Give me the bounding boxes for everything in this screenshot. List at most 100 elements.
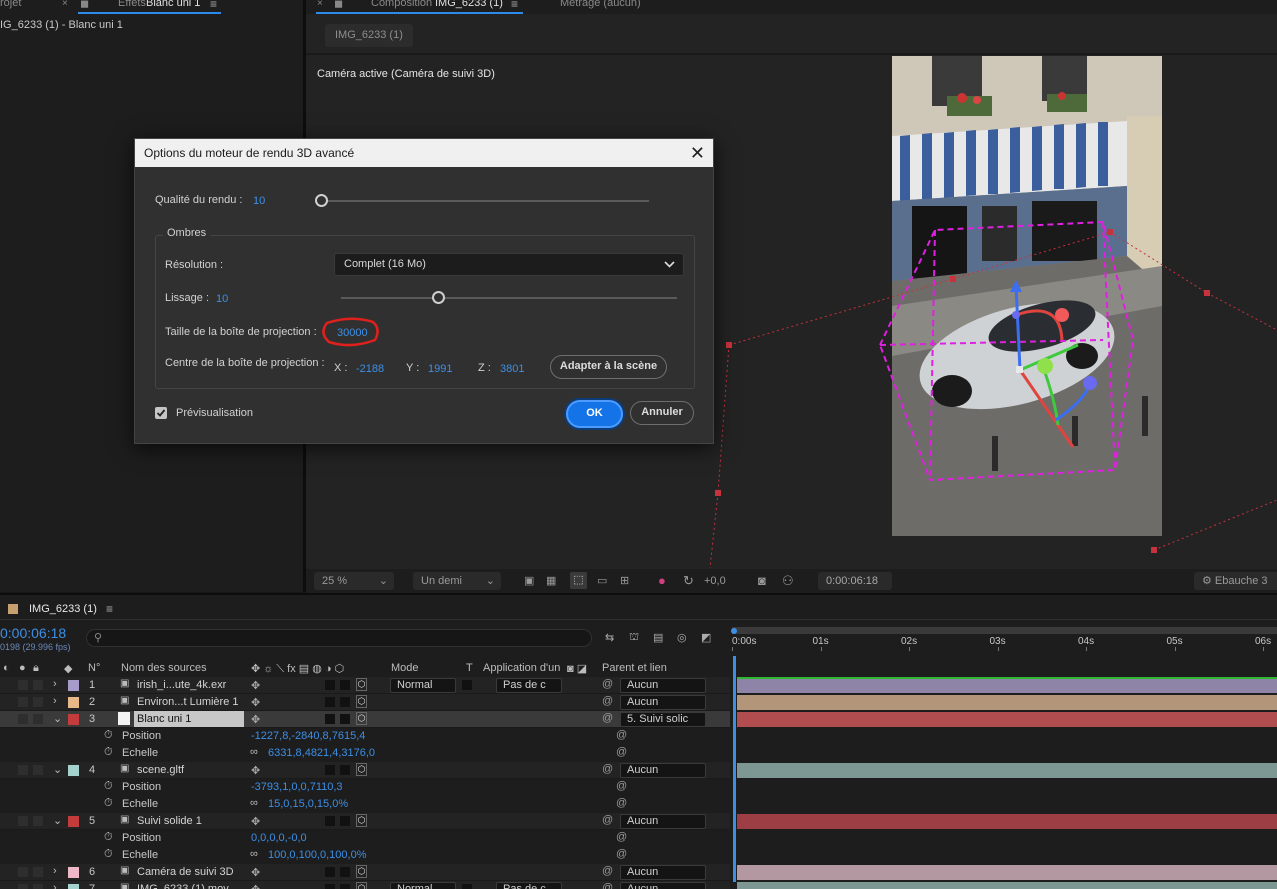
frame-blending-icon[interactable]: ◎ (677, 631, 687, 644)
layer-duration-bar[interactable] (737, 865, 1277, 880)
3d-layer-switch[interactable]: ⬡ (356, 814, 367, 827)
layer-solo-toggle[interactable] (33, 697, 43, 707)
layer-visibility-toggle[interactable] (18, 816, 28, 826)
chevron-down-icon[interactable]: ⌄ (53, 814, 62, 827)
lock-icon[interactable]: 🔒︎ (33, 662, 39, 675)
constrain-proportions-icon[interactable]: ∞ (250, 797, 258, 809)
layer-duration-bar[interactable] (737, 814, 1277, 829)
mask-visibility-icon[interactable]: ⬚ (570, 572, 587, 589)
property-pickwhip-icon[interactable]: @ (616, 746, 627, 758)
comp-navigator-chip[interactable]: IMG_6233 (1) (325, 24, 413, 47)
parent-dropdown[interactable]: Aucun (620, 882, 706, 889)
stopwatch-icon[interactable]: ⏱ (104, 831, 113, 844)
blend-mode-dropdown[interactable]: Normal (390, 678, 456, 693)
layer-duration-bar[interactable] (737, 678, 1277, 693)
layer-row[interactable]: ⌄ 5 ▣ Suivi solide 1 ✥ ⬡ @ Aucun (0, 813, 730, 830)
hide-shy-layers-icon[interactable]: ▤ (653, 631, 663, 644)
layer-duration-bar[interactable] (737, 712, 1277, 727)
3d-layer-switch[interactable]: ⬡ (356, 678, 367, 691)
motion-blur-switch[interactable] (325, 697, 335, 707)
solo-icon[interactable]: ● (19, 662, 26, 674)
preserve-transparency-switch[interactable] (462, 680, 472, 690)
3d-layer-switch[interactable]: ⬡ (356, 882, 367, 889)
property-pickwhip-icon[interactable]: @ (616, 729, 627, 741)
region-of-interest-icon[interactable]: ▣ (524, 574, 534, 587)
video-visibility-icon[interactable]: ◐ (3, 662, 10, 674)
layer-color-label[interactable] (68, 697, 79, 708)
adjustment-switch[interactable] (340, 697, 350, 707)
pickwhip-icon[interactable]: @ (602, 882, 613, 889)
pickwhip-icon[interactable]: @ (602, 678, 613, 690)
layer-duration-bar[interactable] (737, 763, 1277, 778)
layer-row[interactable]: › 7 ▣ IMG_6233 (1).mov ✥ ⬡ Normal Pas de c @ Aucu… (0, 881, 730, 889)
close-tab-icon[interactable]: × (62, 0, 68, 9)
resolution-dropdown[interactable]: Un demi ⌄ (413, 572, 501, 590)
adjustment-switch[interactable] (340, 714, 350, 724)
layer-solo-toggle[interactable] (33, 867, 43, 877)
stopwatch-icon[interactable]: ⏱ (104, 746, 113, 759)
project-tab[interactable]: rojet (0, 0, 21, 9)
property-value[interactable]: -3793,1,0,0,7110,3 (251, 781, 343, 793)
draft-3d-icon[interactable]: ⛫ (629, 631, 639, 645)
property-pickwhip-icon[interactable]: @ (616, 780, 627, 792)
reset-exposure-icon[interactable]: ↻ (683, 573, 694, 589)
layer-solo-toggle[interactable] (33, 884, 43, 889)
track-matte-dropdown[interactable]: Pas de c (496, 678, 562, 693)
ok-button[interactable]: OK (566, 400, 623, 428)
chevron-right-icon[interactable]: › (53, 695, 57, 707)
quality-slider[interactable] (321, 200, 649, 202)
3d-layer-switch[interactable]: ⬡ (356, 865, 367, 878)
layer-solo-toggle[interactable] (33, 680, 43, 690)
layer-visibility-toggle[interactable] (18, 867, 28, 877)
parent-dropdown[interactable]: Aucun (620, 678, 706, 693)
guides-icon[interactable]: ⊞ (620, 574, 629, 587)
lock-icon[interactable]: ◼ (80, 0, 89, 10)
shy-switch-icon[interactable]: ✥ (251, 815, 260, 828)
parent-dropdown[interactable]: 5. Suivi solic (620, 712, 706, 727)
fit-to-scene-button[interactable]: Adapter à la scène (550, 355, 667, 379)
motion-blur-switch[interactable] (325, 680, 335, 690)
layer-row[interactable]: › 6 ▣ Caméra de suivi 3D ✥ ⬡ @ Aucun (0, 864, 730, 881)
center-x-value[interactable]: -2188 (356, 363, 384, 375)
layer-color-label[interactable] (68, 816, 79, 827)
adjustment-switch[interactable] (340, 765, 350, 775)
constrain-proportions-icon[interactable]: ∞ (250, 746, 258, 758)
close-comp-tab-icon[interactable]: × (317, 0, 323, 9)
close-icon[interactable]: ✕ (690, 139, 705, 167)
shy-switch-icon[interactable]: ✥ (251, 679, 260, 692)
layer-color-label[interactable] (68, 884, 79, 889)
timeline-comp-name[interactable]: IMG_6233 (1) (29, 603, 97, 615)
layer-color-label[interactable] (68, 714, 79, 725)
adjustment-switch[interactable] (340, 867, 350, 877)
layer-color-label[interactable] (68, 765, 79, 776)
property-pickwhip-icon[interactable]: @ (616, 831, 627, 843)
motion-blur-switch[interactable] (325, 816, 335, 826)
property-value[interactable]: -1227,8,-2840,8,7615,4 (251, 730, 365, 742)
smoothing-value[interactable]: 10 (216, 293, 228, 305)
3d-layer-switch[interactable]: ⬡ (356, 712, 367, 725)
comp-panel-menu-icon[interactable]: ≡ (511, 0, 518, 11)
layer-solo-toggle[interactable] (33, 765, 43, 775)
layer-solo-toggle[interactable] (33, 816, 43, 826)
property-value[interactable]: 15,0,15,0,15,0% (268, 798, 348, 810)
stopwatch-icon[interactable]: ⏱ (104, 729, 113, 742)
blend-mode-dropdown[interactable]: Normal (390, 882, 456, 889)
time-ruler[interactable]: 0:00s 01s 02s 03s 04s 05s 06s (732, 636, 1277, 651)
cancel-button[interactable]: Annuler (630, 401, 694, 425)
motion-blur-switch[interactable] (325, 884, 335, 889)
timeline-current-time[interactable]: 0:00:06:18 (0, 625, 66, 641)
layer-name[interactable]: irish_i...ute_4k.exr (134, 677, 244, 693)
property-value[interactable]: 100,0,100,0,100,0% (268, 849, 366, 861)
comp-lock-icon[interactable]: ◼ (334, 0, 343, 10)
pickwhip-icon[interactable]: @ (602, 712, 613, 724)
layer-visibility-toggle[interactable] (18, 765, 28, 775)
shy-switch-icon[interactable]: ✥ (251, 713, 260, 726)
layer-duration-bar[interactable] (737, 882, 1277, 889)
property-value[interactable]: 6331,8,4821,4,3176,0 (268, 747, 375, 759)
transparency-grid-icon[interactable]: ▦ (546, 574, 556, 587)
chevron-down-icon[interactable]: ⌄ (53, 763, 62, 776)
playhead-line[interactable] (733, 656, 736, 882)
3d-layer-switch[interactable]: ⬡ (356, 695, 367, 708)
current-time-display[interactable]: 0:00:06:18 (818, 572, 892, 590)
motion-blur-switch[interactable] (325, 714, 335, 724)
